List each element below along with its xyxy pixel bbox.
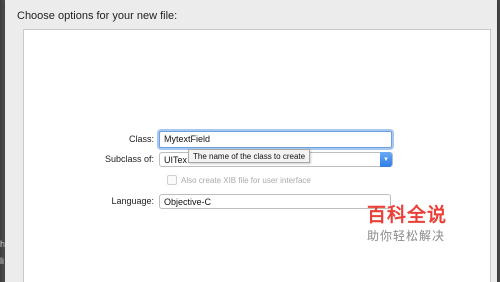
new-file-options-sheet: Choose options for your new file: Class:…: [5, 0, 497, 282]
xib-checkbox[interactable]: [167, 175, 177, 185]
subclass-value: UITex: [164, 155, 188, 165]
chevron-updown-icon[interactable]: ▾: [380, 152, 392, 167]
watermark-logo: 百科全说 助你轻松解决: [367, 204, 467, 243]
class-label: Class:: [128, 134, 154, 144]
watermark-slogan: 助你轻松解决: [367, 229, 446, 243]
language-value: Objective-C: [164, 197, 212, 207]
subclass-label: Subclass of:: [104, 154, 154, 164]
language-select[interactable]: Objective-C: [159, 194, 391, 209]
xib-checkbox-label: Also create XIB file for user interface: [181, 175, 311, 185]
watermark-brand: 百科全说: [367, 204, 448, 226]
background-window-text: li: [0, 256, 4, 266]
class-name-input[interactable]: MytextField: [159, 131, 392, 148]
sheet-title: Choose options for your new file:: [17, 10, 178, 22]
class-name-tooltip: The name of the class to create: [188, 149, 311, 163]
options-panel: Class: MytextField Subclass of: UITex ▾ …: [23, 29, 491, 282]
language-label: Language:: [111, 196, 154, 206]
xib-checkbox-row: Also create XIB file for user interface: [167, 175, 311, 185]
